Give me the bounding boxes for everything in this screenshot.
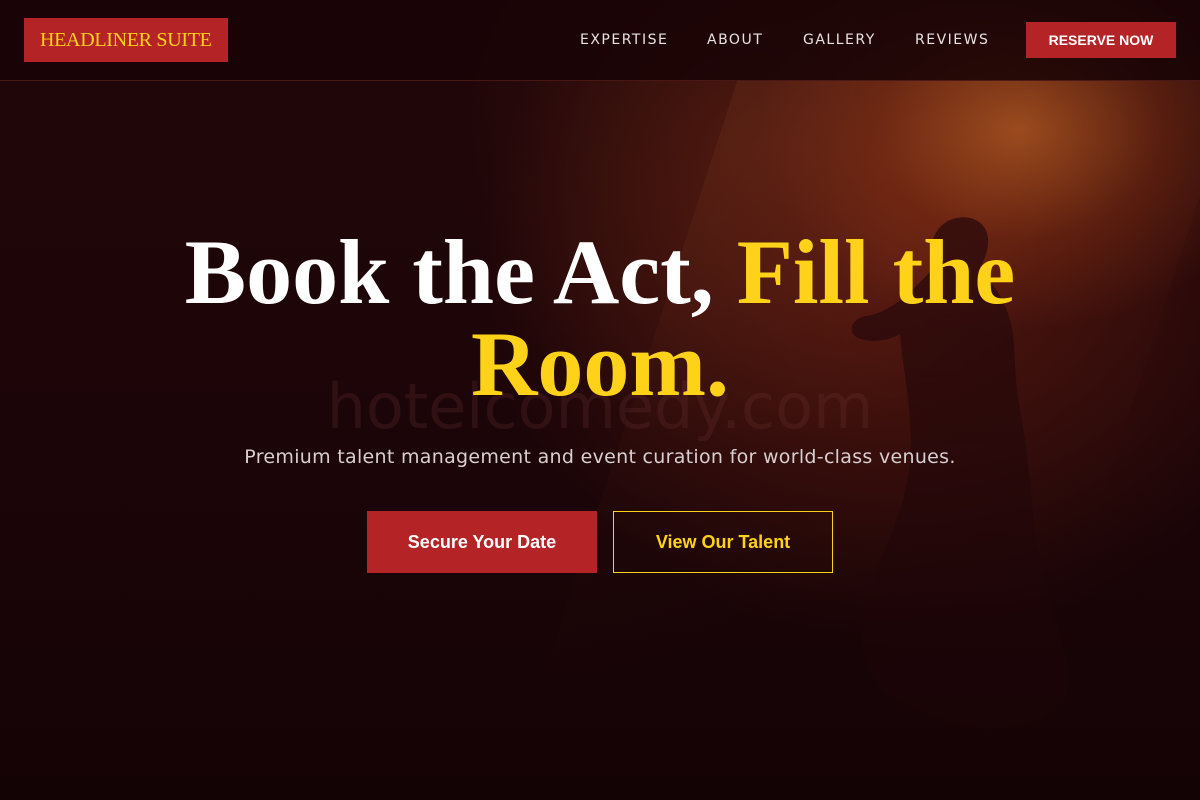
view-talent-button[interactable]: View Our Talent <box>613 511 833 573</box>
nav-expertise[interactable]: EXPERTISE <box>580 30 668 50</box>
logo[interactable]: HEADLINER SUITE <box>24 18 228 62</box>
nav-gallery[interactable]: GALLERY <box>803 30 876 50</box>
site-header: HEADLINER SUITE EXPERTISE ABOUT GALLERY … <box>0 0 1200 81</box>
hero-subtitle: Premium talent management and event cura… <box>244 446 956 468</box>
nav-reviews[interactable]: REVIEWS <box>915 30 989 50</box>
secure-date-button[interactable]: Secure Your Date <box>367 511 597 573</box>
hero-title-main: Book the Act, <box>184 221 737 323</box>
reserve-now-button[interactable]: RESERVE NOW <box>1026 22 1176 58</box>
nav-about[interactable]: ABOUT <box>707 30 763 50</box>
hero-title: Book the Act, Fill the Room. <box>100 226 1100 410</box>
